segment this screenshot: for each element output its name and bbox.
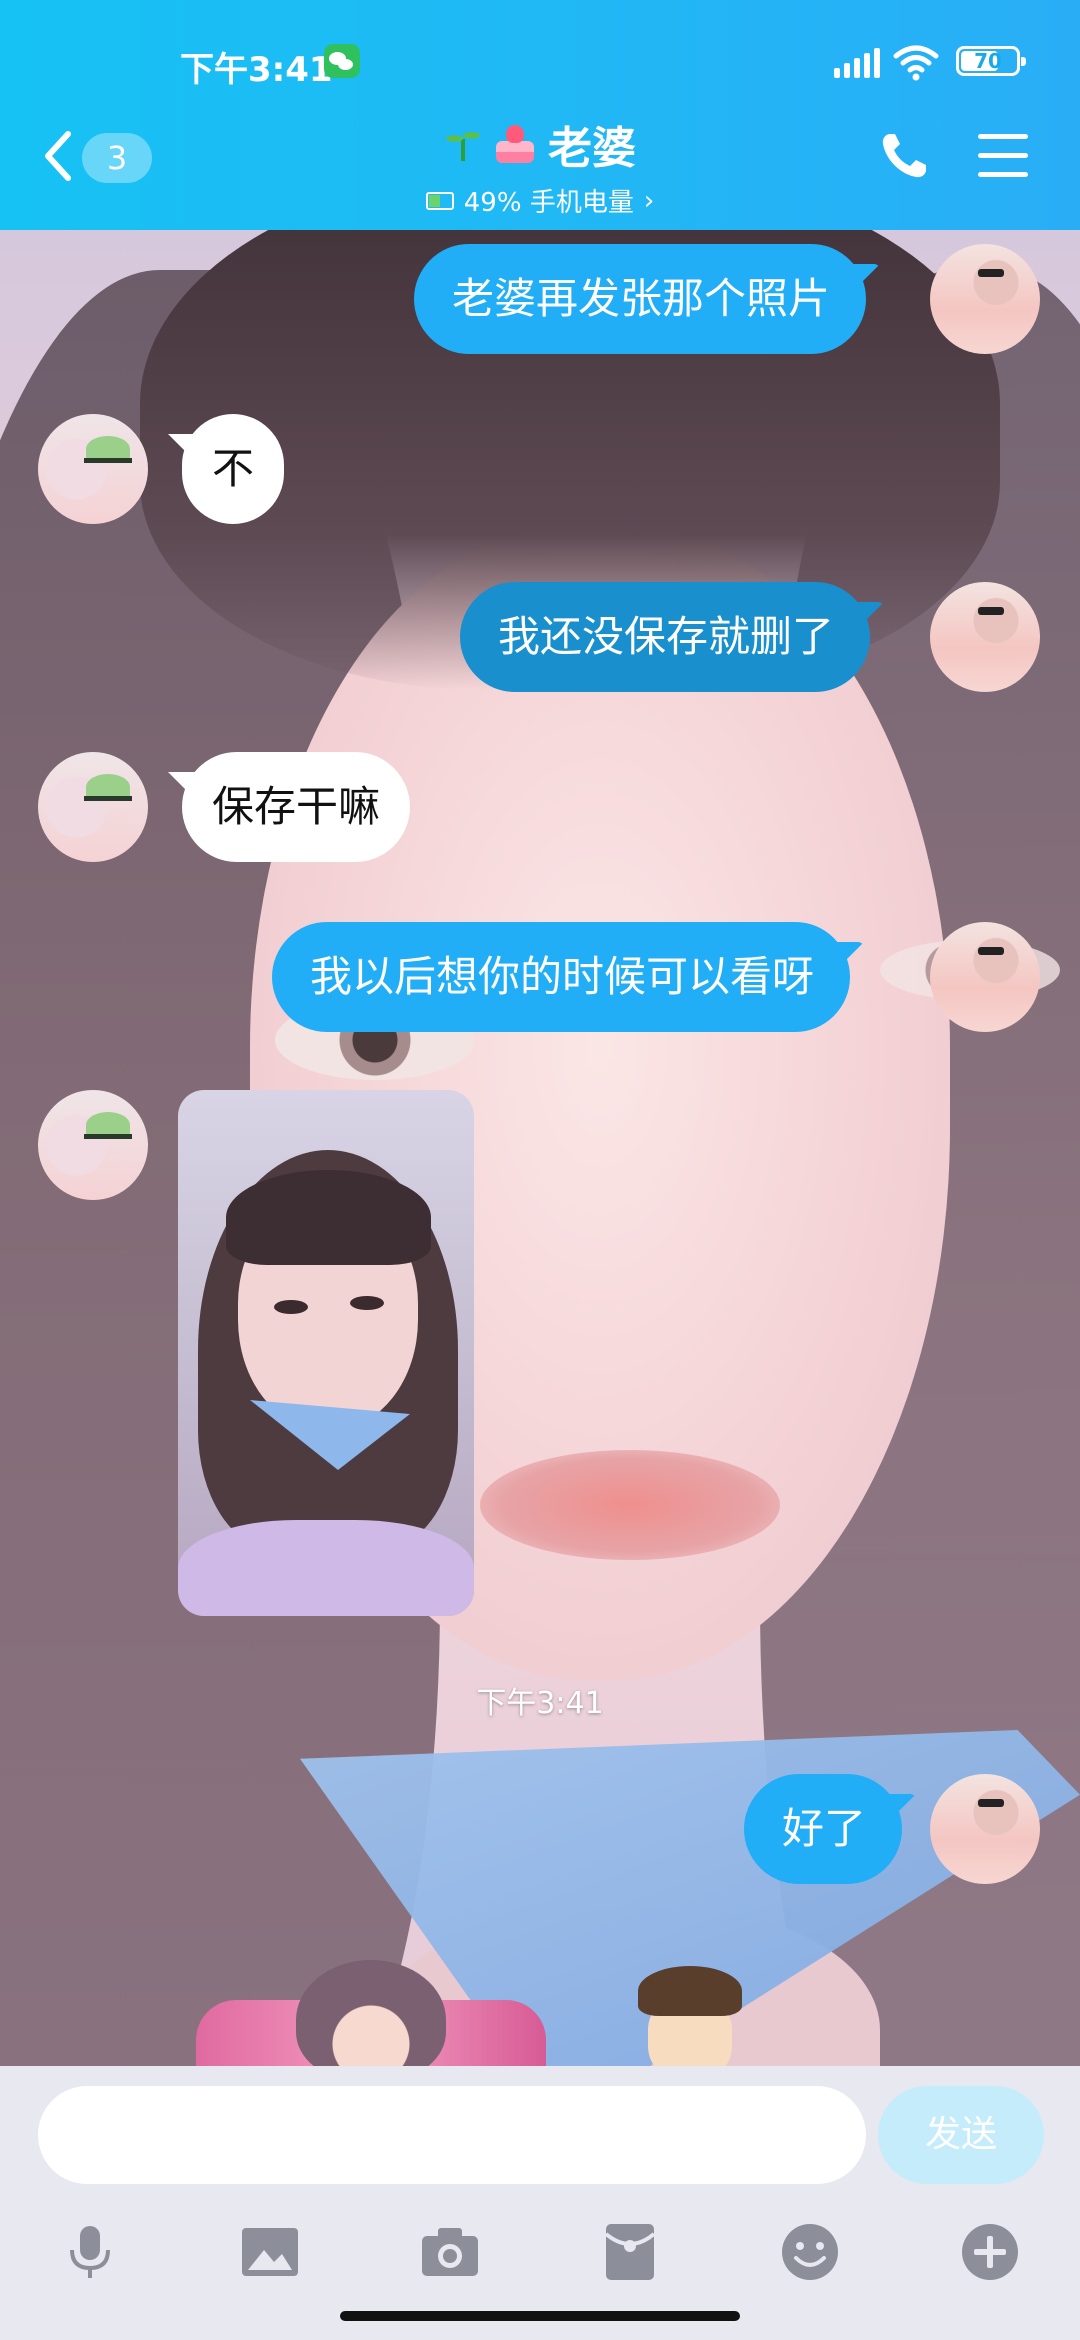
contact-avatar[interactable] — [38, 414, 148, 524]
wechat-notification-icon — [324, 44, 360, 78]
phone-battery-icon — [425, 191, 454, 210]
self-avatar[interactable] — [930, 244, 1040, 354]
status-time: 下午3:41 — [180, 50, 333, 90]
chevron-right-icon: › — [643, 185, 655, 216]
message-bubble-incoming[interactable]: 保存干嘛 — [182, 752, 411, 862]
sticker-girl-avatar[interactable] — [196, 1960, 546, 2080]
red-packet-icon[interactable] — [598, 2220, 662, 2284]
plus-icon[interactable] — [958, 2220, 1022, 2284]
battery-indicator: 70 — [956, 46, 1026, 76]
sticker-boy-hair — [638, 1966, 742, 2016]
input-toolbar — [0, 2220, 1080, 2300]
photo-eye-left — [274, 1300, 308, 1314]
chat-background — [0, 230, 1080, 2066]
contact-name: 老婆 — [548, 123, 636, 174]
photo-shirt — [178, 1520, 474, 1616]
sticker-girl-head — [296, 1960, 446, 2080]
photo-eye-right — [350, 1296, 384, 1310]
background-lips — [480, 1450, 780, 1560]
self-avatar[interactable] — [930, 1774, 1040, 1884]
photo-message[interactable] — [178, 1090, 474, 1616]
message-bubble-outgoing[interactable]: 老婆再发张那个照片 — [414, 244, 867, 354]
sticker-boy-avatar[interactable] — [630, 1966, 750, 2080]
message-input[interactable] — [38, 2086, 866, 2184]
message-bubble-outgoing[interactable]: 好了 — [744, 1774, 903, 1884]
self-avatar[interactable] — [930, 582, 1040, 692]
contact-battery-text: 49% 手机电量 — [463, 188, 634, 218]
camera-icon[interactable] — [418, 2220, 482, 2284]
contact-status[interactable]: 49% 手机电量 › — [425, 182, 655, 219]
emoji-icon[interactable] — [778, 2220, 842, 2284]
self-avatar[interactable] — [930, 922, 1040, 1032]
chat-header: 下午3:41 70 3 老婆 49% 手机电量 › — [0, 0, 1080, 230]
send-button[interactable]: 发送 — [878, 2086, 1044, 2184]
message-bubble-incoming[interactable]: 不 — [182, 414, 285, 524]
wifi-icon — [893, 45, 939, 81]
sprout-icon — [444, 125, 482, 163]
menu-icon[interactable] — [978, 134, 1028, 178]
photo-bangs — [226, 1170, 431, 1265]
contact-avatar[interactable] — [38, 752, 148, 862]
battery-percent: 70 — [974, 49, 1002, 73]
phone-call-icon[interactable] — [878, 130, 930, 182]
home-indicator[interactable] — [340, 2311, 740, 2321]
message-bubble-outgoing[interactable]: 我还没保存就删了 — [460, 582, 871, 692]
message-bubble-outgoing[interactable]: 我以后想你的时候可以看呀 — [272, 922, 851, 1032]
image-icon[interactable] — [238, 2220, 302, 2284]
message-timestamp: 下午3:41 — [476, 1686, 604, 1721]
contact-avatar[interactable] — [38, 1090, 148, 1200]
cake-icon — [494, 123, 536, 165]
input-bar: 发送 — [0, 2066, 1080, 2340]
microphone-icon[interactable] — [58, 2220, 122, 2284]
signal-icon — [834, 48, 880, 78]
